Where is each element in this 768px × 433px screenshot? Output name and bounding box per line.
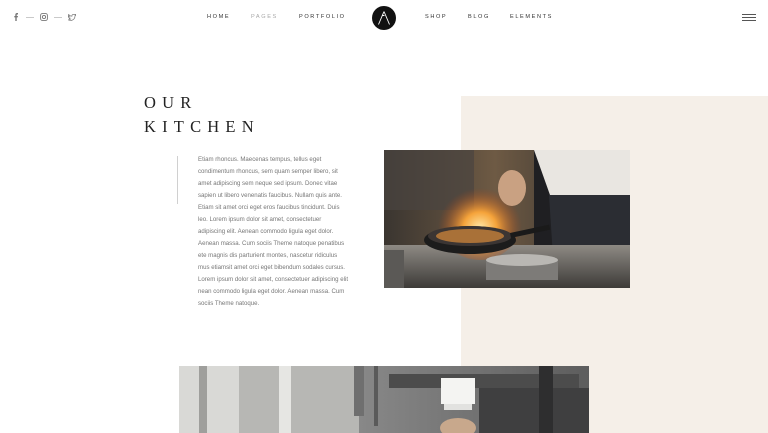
body-line: adipiscing elit. Aenean commodo ligula e…: [198, 228, 334, 235]
body-line: amet adipiscing sem neque sed ipsum. Don…: [198, 180, 338, 187]
decorative-divider: [177, 156, 178, 204]
body-line: Lorem ipsum dolor sit amet, consectetuer…: [198, 276, 349, 283]
hamburger-menu-icon[interactable]: [742, 14, 756, 21]
site-logo[interactable]: [372, 6, 396, 30]
nav-blog[interactable]: BLOG: [468, 14, 490, 20]
social-links: [12, 13, 76, 21]
body-line: condimentum rhoncus, sem quam semper lib…: [198, 168, 338, 175]
nav-portfolio[interactable]: PORTFOLIO: [299, 14, 346, 20]
logo-a-icon: [378, 11, 390, 25]
facebook-icon[interactable]: [12, 13, 20, 21]
section-title: OUR KITCHEN: [144, 91, 260, 139]
body-line: Etiam sit amet orci eget eros faucibus t…: [198, 204, 340, 211]
body-line: leo. Lorem ipsum dolor sit amet, consect…: [198, 216, 322, 223]
body-line: sapien ut libero venenatis faucibus. Nul…: [198, 192, 342, 199]
title-line-2: KITCHEN: [144, 117, 260, 136]
kitchen-photo-chef-pan: [384, 150, 630, 288]
social-separator: [26, 16, 34, 18]
body-line: ete magnis dis parturient montes, nascet…: [198, 252, 338, 259]
twitter-icon[interactable]: [68, 13, 76, 21]
nav-elements[interactable]: ELEMENTS: [510, 14, 553, 20]
section-body: Etiam rhoncus. Maecenas tempus, tellus e…: [198, 154, 368, 310]
title-line-1: OUR: [144, 93, 198, 112]
instagram-icon[interactable]: [40, 13, 48, 21]
body-line: Aenean massa. Cum sociis Theme natoque p…: [198, 240, 345, 247]
body-line: mus etiamsit amet orci eget bibendum sod…: [198, 264, 345, 271]
body-line: sociis Theme natoque.: [198, 300, 260, 307]
nav-pages[interactable]: PAGES: [251, 14, 278, 20]
page: HOME PAGES PORTFOLIO SHOP BLOG ELEMENTS …: [0, 0, 768, 433]
nav-shop[interactable]: SHOP: [425, 14, 447, 20]
body-line: nean commodo ligula eget dolor. Aenean m…: [198, 288, 345, 295]
body-line: Etiam rhoncus. Maecenas tempus, tellus e…: [198, 156, 322, 163]
nav-home[interactable]: HOME: [207, 14, 230, 20]
kitchen-photo-chef-hat: [179, 366, 589, 433]
social-separator: [54, 16, 62, 18]
